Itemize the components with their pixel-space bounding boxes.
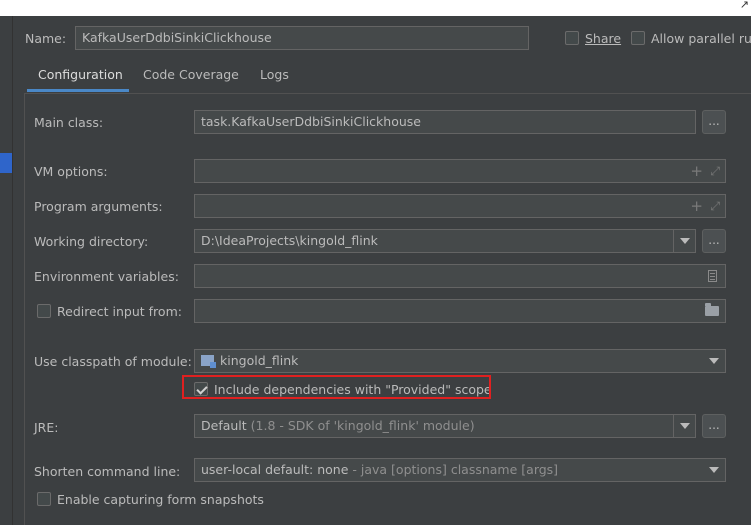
highlight-box <box>182 375 491 399</box>
shorten-command-line-dropdown[interactable] <box>709 467 719 473</box>
redirect-input-field[interactable] <box>194 299 726 323</box>
jre-label: JRE: <box>34 420 59 435</box>
name-input[interactable]: KafkaUserDdbiSinkiClickhouse <box>75 26 529 50</box>
tab-code-coverage-label: Code Coverage <box>143 67 239 82</box>
share-label: Share <box>585 31 622 46</box>
left-selection-marker <box>0 153 12 173</box>
jre-value: Default <box>201 418 247 433</box>
share-checkbox[interactable] <box>565 31 579 45</box>
chevron-down-icon <box>709 467 719 473</box>
expand-icon[interactable]: ⤢ <box>710 160 720 182</box>
top-strip: ↗ <box>0 0 751 16</box>
enable-form-snapshots-label: Enable capturing form snapshots <box>57 492 264 507</box>
classpath-module-value: kingold_flink <box>220 353 299 368</box>
jre-combo[interactable]: Default (1.8 - SDK of 'kingold_flink' mo… <box>194 414 696 438</box>
tab-code-coverage[interactable]: Code Coverage <box>143 62 239 92</box>
left-separator <box>12 16 13 525</box>
allow-parallel-label: Allow parallel run <box>651 31 751 46</box>
shorten-command-line-value: user-local default: none <box>201 462 349 477</box>
working-directory-combo[interactable]: D:\IdeaProjects\kingold_flink <box>194 229 696 253</box>
classpath-module-combo[interactable]: kingold_flink <box>194 349 726 373</box>
chevron-down-icon <box>709 358 719 364</box>
chevron-down-icon <box>679 238 690 244</box>
working-directory-browse-button[interactable]: ... <box>702 229 726 253</box>
arrow-icon: ↗ <box>739 0 749 11</box>
working-directory-dropdown[interactable] <box>673 230 695 252</box>
vm-options-label: VM options: <box>34 164 108 179</box>
shorten-command-line-combo[interactable]: user-local default: none - java [options… <box>194 458 726 482</box>
program-arguments-input[interactable]: + ⤢ <box>194 194 726 218</box>
shorten-command-line-label: Shorten command line: <box>34 464 181 479</box>
working-directory-value: D:\IdeaProjects\kingold_flink <box>201 233 378 248</box>
vm-options-input[interactable]: + ⤢ <box>194 159 726 183</box>
environment-variables-input[interactable] <box>194 264 726 288</box>
tab-logs-label: Logs <box>260 67 289 82</box>
folder-icon[interactable] <box>705 303 719 316</box>
main-class-value: task.KafkaUserDdbiSinkiClickhouse <box>201 114 421 129</box>
tab-configuration-label: Configuration <box>38 67 123 82</box>
chevron-down-icon <box>679 423 690 429</box>
module-icon <box>201 355 216 368</box>
redirect-input-checkbox[interactable] <box>37 304 51 318</box>
name-value: KafkaUserDdbiSinkiClickhouse <box>82 30 272 45</box>
enable-form-snapshots-checkbox[interactable] <box>37 492 51 506</box>
tab-configuration[interactable]: Configuration <box>27 62 129 92</box>
plus-icon[interactable]: + <box>690 195 703 217</box>
name-label: Name: <box>25 31 67 46</box>
program-arguments-label: Program arguments: <box>34 199 163 214</box>
main-class-input[interactable]: task.KafkaUserDdbiSinkiClickhouse <box>194 110 696 134</box>
environment-variables-label: Environment variables: <box>34 269 179 284</box>
classpath-module-dropdown[interactable] <box>709 358 719 364</box>
expand-icon[interactable]: ⤢ <box>710 195 720 217</box>
jre-value-detail: (1.8 - SDK of 'kingold_flink' module) <box>246 418 475 433</box>
plus-icon[interactable]: + <box>690 160 703 182</box>
classpath-module-label: Use classpath of module: <box>34 354 192 369</box>
tab-logs[interactable]: Logs <box>260 62 289 92</box>
allow-parallel-checkbox[interactable] <box>631 31 645 45</box>
shorten-command-line-detail: - java [options] classname [args] <box>348 462 559 477</box>
jre-browse-button[interactable]: ... <box>702 414 726 438</box>
working-directory-label: Working directory: <box>34 234 149 249</box>
jre-dropdown[interactable] <box>673 415 695 437</box>
main-class-label: Main class: <box>34 115 104 130</box>
main-class-browse-button[interactable]: ... <box>702 110 726 134</box>
redirect-input-label: Redirect input from: <box>57 304 182 319</box>
document-icon[interactable] <box>708 270 717 282</box>
